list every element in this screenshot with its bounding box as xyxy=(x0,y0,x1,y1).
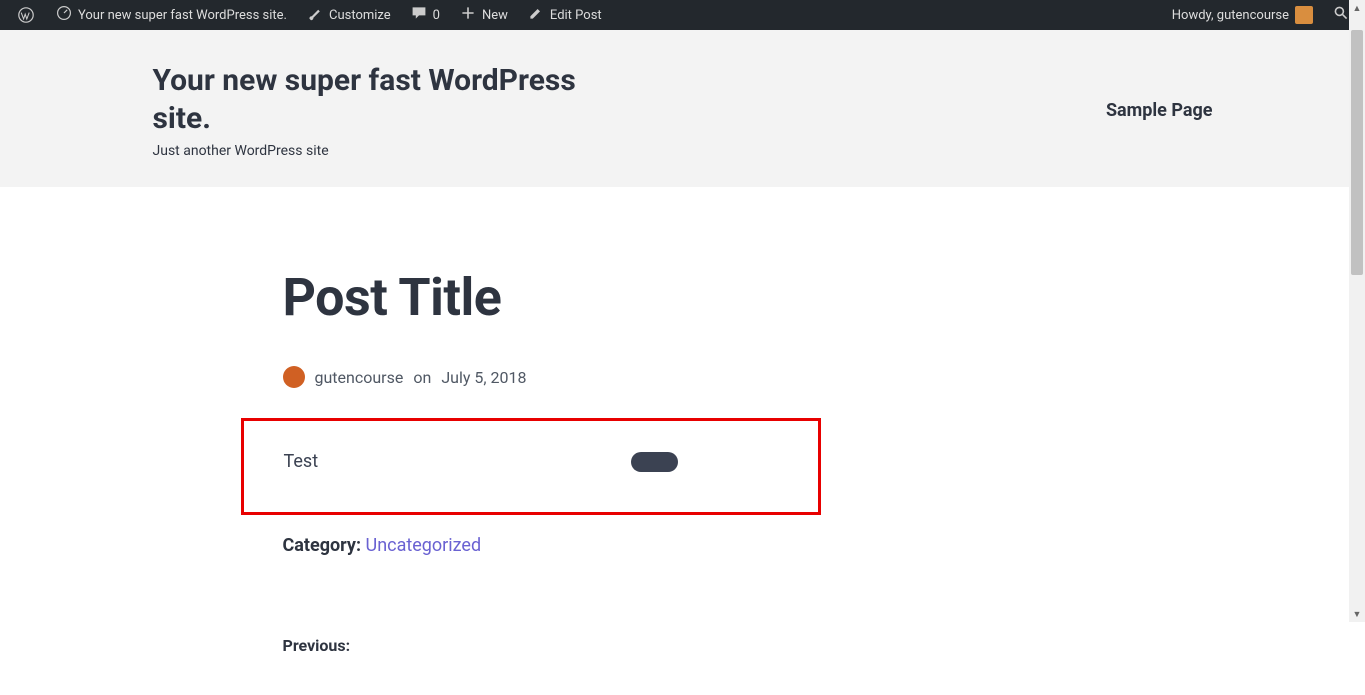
wp-admin-bar: Your new super fast WordPress site. Cust… xyxy=(0,0,1365,30)
site-name-menu[interactable]: Your new super fast WordPress site. xyxy=(48,0,295,30)
user-avatar-icon xyxy=(1295,6,1313,24)
site-title[interactable]: Your new super fast WordPress site. xyxy=(153,62,633,137)
admin-bar-left: Your new super fast WordPress site. Cust… xyxy=(8,0,610,30)
edit-post-menu[interactable]: Edit Post xyxy=(520,0,610,30)
plus-icon xyxy=(460,5,476,25)
scroll-thumb[interactable] xyxy=(1351,30,1363,275)
customize-label: Customize xyxy=(329,8,391,23)
author-name[interactable]: gutencourse xyxy=(315,368,404,387)
brush-icon xyxy=(307,5,323,25)
highlighted-block: Test xyxy=(241,418,821,515)
customize-menu[interactable]: Customize xyxy=(299,0,399,30)
header-inner: Your new super fast WordPress site. Just… xyxy=(133,62,1233,159)
post-byline: gutencourse on July 5, 2018 xyxy=(283,366,1083,388)
nav-sample-page[interactable]: Sample Page xyxy=(1106,100,1213,121)
wp-logo-menu[interactable] xyxy=(8,0,44,30)
admin-bar-right: Howdy, gutencourse xyxy=(1164,0,1357,30)
site-tagline: Just another WordPress site xyxy=(153,143,633,159)
vertical-scrollbar[interactable]: ▲ ▼ xyxy=(1349,0,1365,622)
byline-on: on xyxy=(413,368,431,387)
comment-icon xyxy=(411,5,427,25)
search-icon xyxy=(1333,5,1349,25)
author-avatar-icon xyxy=(283,366,305,388)
test-label: Test xyxy=(284,451,319,472)
edit-post-label: Edit Post xyxy=(550,8,602,23)
new-content-menu[interactable]: New xyxy=(452,0,516,30)
wordpress-logo-icon xyxy=(16,5,36,25)
admin-site-name: Your new super fast WordPress site. xyxy=(78,8,287,23)
new-label: New xyxy=(482,8,508,23)
scroll-up-arrow-icon[interactable]: ▲ xyxy=(1349,0,1365,16)
category-link[interactable]: Uncategorized xyxy=(366,535,482,556)
post-title: Post Title xyxy=(283,267,1083,328)
comments-count: 0 xyxy=(433,8,440,23)
site-branding: Your new super fast WordPress site. Just… xyxy=(153,62,633,159)
site-header: Your new super fast WordPress site. Just… xyxy=(0,30,1365,187)
category-line: Category: Uncategorized xyxy=(283,535,1083,556)
dashboard-icon xyxy=(56,5,72,25)
comments-menu[interactable]: 0 xyxy=(403,0,448,30)
post-content: Post Title gutencourse on July 5, 2018 T… xyxy=(263,187,1103,695)
howdy-text: Howdy, gutencourse xyxy=(1172,8,1289,23)
post-date[interactable]: July 5, 2018 xyxy=(441,368,526,387)
category-label: Category: xyxy=(283,535,362,556)
my-account-menu[interactable]: Howdy, gutencourse xyxy=(1164,0,1321,30)
pill-shape xyxy=(631,452,678,472)
previous-label: Previous: xyxy=(283,636,1083,655)
scroll-down-arrow-icon[interactable]: ▼ xyxy=(1349,606,1365,622)
pencil-icon xyxy=(528,5,544,25)
